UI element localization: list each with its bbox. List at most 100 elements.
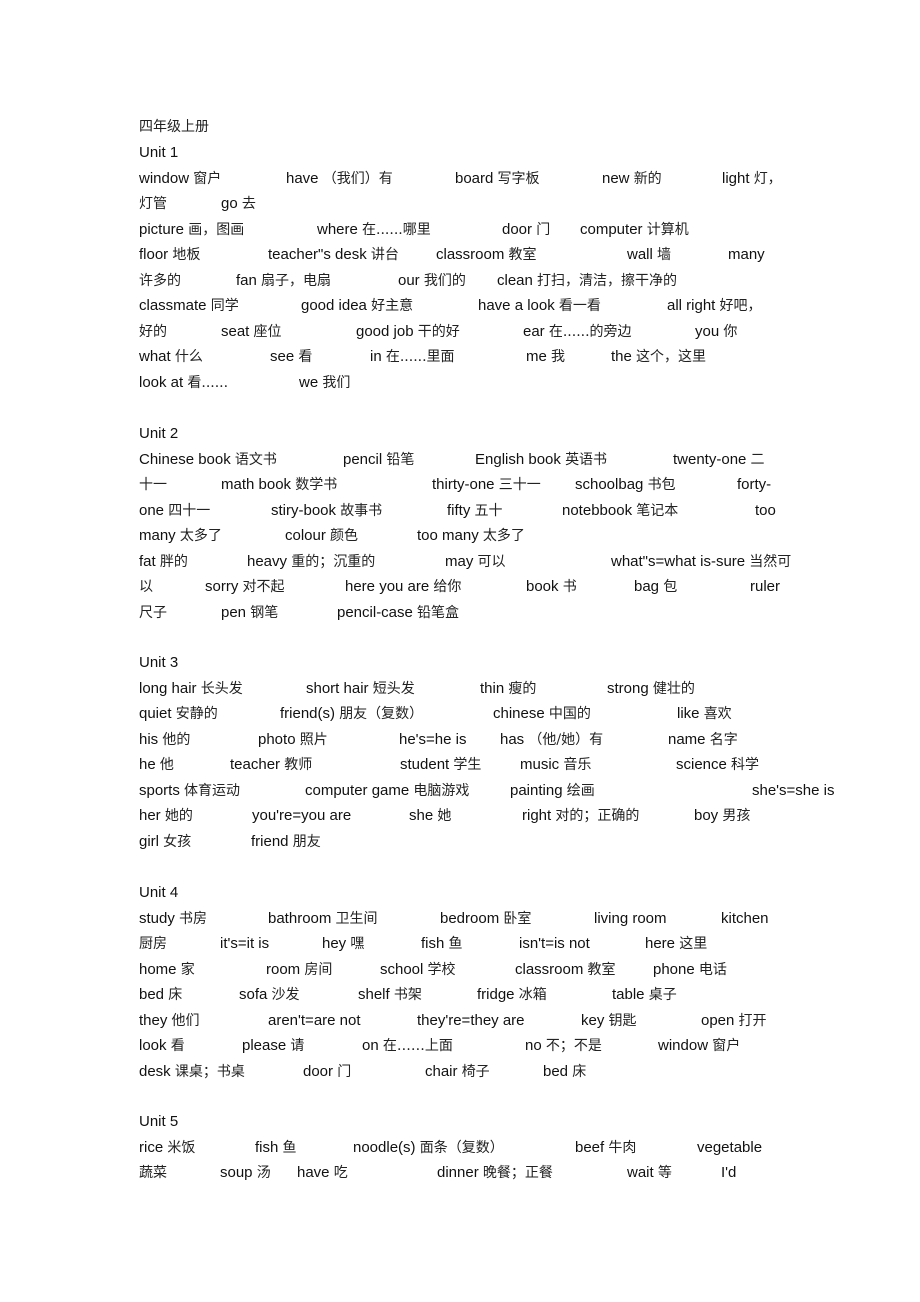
vocab-entry: too many 太多了 — [417, 527, 525, 544]
vocab-entry: teacher 教师 — [230, 756, 313, 773]
vocab-line: one 四十一 stiry-book 故事书 fifty 五十 notebbook 笔… — [139, 500, 779, 522]
vocab-entry: pencil-case 铅笔盒 — [337, 603, 460, 621]
vocab-entry: bedroom 卧室 — [440, 909, 532, 927]
vocab-entry: open 打开 — [701, 1011, 767, 1029]
vocab-line: 十一 math book 数学书 thirty-one 三十一 schoolbag 书… — [139, 474, 779, 496]
vocab-entry: here 这里 — [645, 935, 708, 952]
vocab-entry: hey 嘿 — [322, 935, 365, 952]
vocab-entry: soup 汤 — [220, 1164, 271, 1181]
vocab-line: long hair 长头发 short hair 短头发 thin 瘦的 strong… — [139, 678, 779, 700]
vocab-entry: have （我们）有 — [286, 169, 393, 187]
vocab-line: look at 看...... we 我们 — [139, 372, 779, 394]
vocab-line: home 家 room 房间 school 学校 classroom 教室 phone … — [139, 959, 779, 981]
vocab-entry: he's=he is — [399, 730, 467, 748]
vocab-line: what 什么 see 看 in 在......里面 me 我 the 这个，这里 — [139, 346, 779, 368]
vocab-entry: in 在......里面 — [370, 348, 455, 365]
vocab-entry: friend 朋友 — [251, 832, 321, 850]
vocab-entry: school 学校 — [380, 960, 456, 978]
vocab-entry: seat 座位 — [221, 322, 282, 340]
unit-heading: Unit 5 — [139, 1111, 779, 1133]
vocab-line: many 太多了 colour 颜色 too many 太多了 — [139, 525, 779, 547]
vocab-entry: board 写字板 — [455, 169, 540, 187]
vocab-entry: what 什么 — [139, 348, 203, 365]
vocab-entry: we 我们 — [299, 373, 351, 391]
vocab-entry: chinese 中国的 — [493, 705, 591, 722]
vocab-line: floor 地板 teacher"s desk 讲台 classroom 教室 wal… — [139, 244, 779, 266]
vocab-entry: room 房间 — [266, 960, 333, 978]
vocab-entry: please 请 — [242, 1037, 305, 1054]
vocab-entry: have a look 看一看 — [478, 297, 601, 314]
vocab-entry: living room — [594, 909, 667, 927]
vocab-entry: what"s=what is-sure 当然可 — [611, 552, 792, 570]
vocab-entry: long hair 长头发 — [139, 679, 243, 697]
vocab-entry: math book 数学书 — [221, 476, 338, 493]
vocab-entry: music 音乐 — [520, 756, 592, 773]
vocab-entry: phone 电话 — [653, 960, 727, 978]
vocab-entry: teacher"s desk 讲台 — [268, 246, 399, 263]
vocab-line: 厨房 it's=it is hey 嘿 fish 鱼 isn't=is not here … — [139, 933, 779, 955]
vocab-entry: good idea 好主意 — [301, 297, 414, 314]
vocab-entry: fridge 冰箱 — [477, 986, 547, 1003]
vocab-entry: they're=they are — [417, 1011, 525, 1029]
vocab-line: 好的 seat 座位 good job 干的好 ear 在......的旁边 you 你 — [139, 321, 779, 343]
unit-heading: Unit 2 — [139, 423, 779, 445]
vocab-entry: heavy 重的；沉重的 — [247, 552, 376, 570]
vocab-entry: computer 计算机 — [580, 220, 689, 238]
vocab-entry: our 我们的 — [398, 271, 466, 289]
vocab-entry: stiry-book 故事书 — [271, 501, 383, 519]
vocab-entry: boy 男孩 — [694, 807, 751, 824]
vocab-entry: table 桌子 — [612, 986, 677, 1003]
vocab-entry: see 看 — [270, 348, 313, 365]
vocab-entry: go 去 — [221, 195, 256, 212]
vocab-entry: no 不；不是 — [525, 1037, 602, 1054]
vocab-entry: thirty-one 三十一 — [432, 476, 541, 493]
vocab-line: study 书房 bathroom 卫生间 bedroom 卧室 living roo… — [139, 908, 779, 930]
vocab-entry: 灯管 — [139, 196, 167, 212]
vocab-entry: light 灯， — [722, 169, 782, 187]
vocab-entry: look 看 — [139, 1037, 185, 1054]
vocab-entry: wait 等 — [627, 1164, 672, 1181]
vocab-entry: strong 健壮的 — [607, 679, 695, 697]
vocab-entry: it's=it is — [220, 935, 270, 952]
vocab-entry: his 他的 — [139, 730, 191, 748]
vocab-entry: the 这个，这里 — [611, 348, 707, 365]
vocab-entry: twenty-one 二 — [673, 450, 765, 468]
vocab-line: sports 体育运动 computer game 电脑游戏 painting 绘画… — [139, 780, 835, 802]
vocab-entry: thin 瘦的 — [480, 679, 537, 697]
vocab-entry: sorry 对不起 — [205, 578, 285, 595]
vocab-entry: fan 扇子，电扇 — [236, 271, 332, 289]
vocab-line: 尺子 pen 钢笔 pencil-case 铅笔盒 — [139, 602, 779, 624]
vocab-entry: one 四十一 — [139, 501, 211, 519]
vocab-entry: photo 照片 — [258, 730, 328, 748]
title-text: 四年级上册 — [139, 119, 209, 135]
vocab-entry: colour 颜色 — [285, 527, 359, 544]
vocab-line: 蔬菜 soup 汤 have 吃 dinner 晚餐；正餐 wait 等 I'd — [139, 1162, 779, 1184]
vocab-entry: book 书 — [526, 578, 577, 595]
vocab-entry: good job 干的好 — [356, 322, 460, 340]
vocab-entry: bed 床 — [543, 1062, 587, 1080]
vocab-entry: bag 包 — [634, 578, 678, 595]
unit-heading: Unit 3 — [139, 652, 779, 674]
vocab-entry: 以 — [139, 579, 153, 595]
vocab-line: they 他们 aren't=are not they're=they are key… — [139, 1010, 779, 1032]
vocab-entry: science 科学 — [676, 756, 760, 773]
vocab-entry: rice 米饭 — [139, 1138, 196, 1156]
vocab-entry: kitchen — [721, 909, 769, 927]
vocab-entry: dinner 晚餐；正餐 — [437, 1164, 553, 1181]
vocab-entry: right 对的；正确的 — [522, 807, 640, 824]
vocab-entry: 十一 — [139, 477, 167, 493]
vocab-entry: aren't=are not — [268, 1011, 361, 1029]
vocab-line: window 窗户 have （我们）有 board 写字板 new 新的 light … — [139, 168, 782, 190]
vocab-entry: classmate 同学 — [139, 297, 239, 314]
vocab-entry: all right 好吧， — [667, 297, 762, 314]
vocab-entry: quiet 安静的 — [139, 705, 218, 722]
vocab-entry: many 太多了 — [139, 527, 222, 544]
vocab-line: look 看 please 请 on 在……上面 no 不；不是 window 窗户 — [139, 1035, 779, 1057]
vocab-entry: sports 体育运动 — [139, 781, 241, 799]
vocab-entry: 尺子 — [139, 604, 167, 621]
vocab-line: quiet 安静的 friend(s) 朋友（复数） chinese 中国的 like… — [139, 703, 779, 725]
document-title: 四年级上册 — [139, 116, 779, 138]
vocab-line: he 他 teacher 教师 student 学生 music 音乐 science … — [139, 754, 779, 776]
vocab-line: 以 sorry 对不起 here you are 给你 book 书 bag 包 rule… — [139, 576, 780, 598]
vocab-entry: window 窗户 — [658, 1037, 741, 1054]
